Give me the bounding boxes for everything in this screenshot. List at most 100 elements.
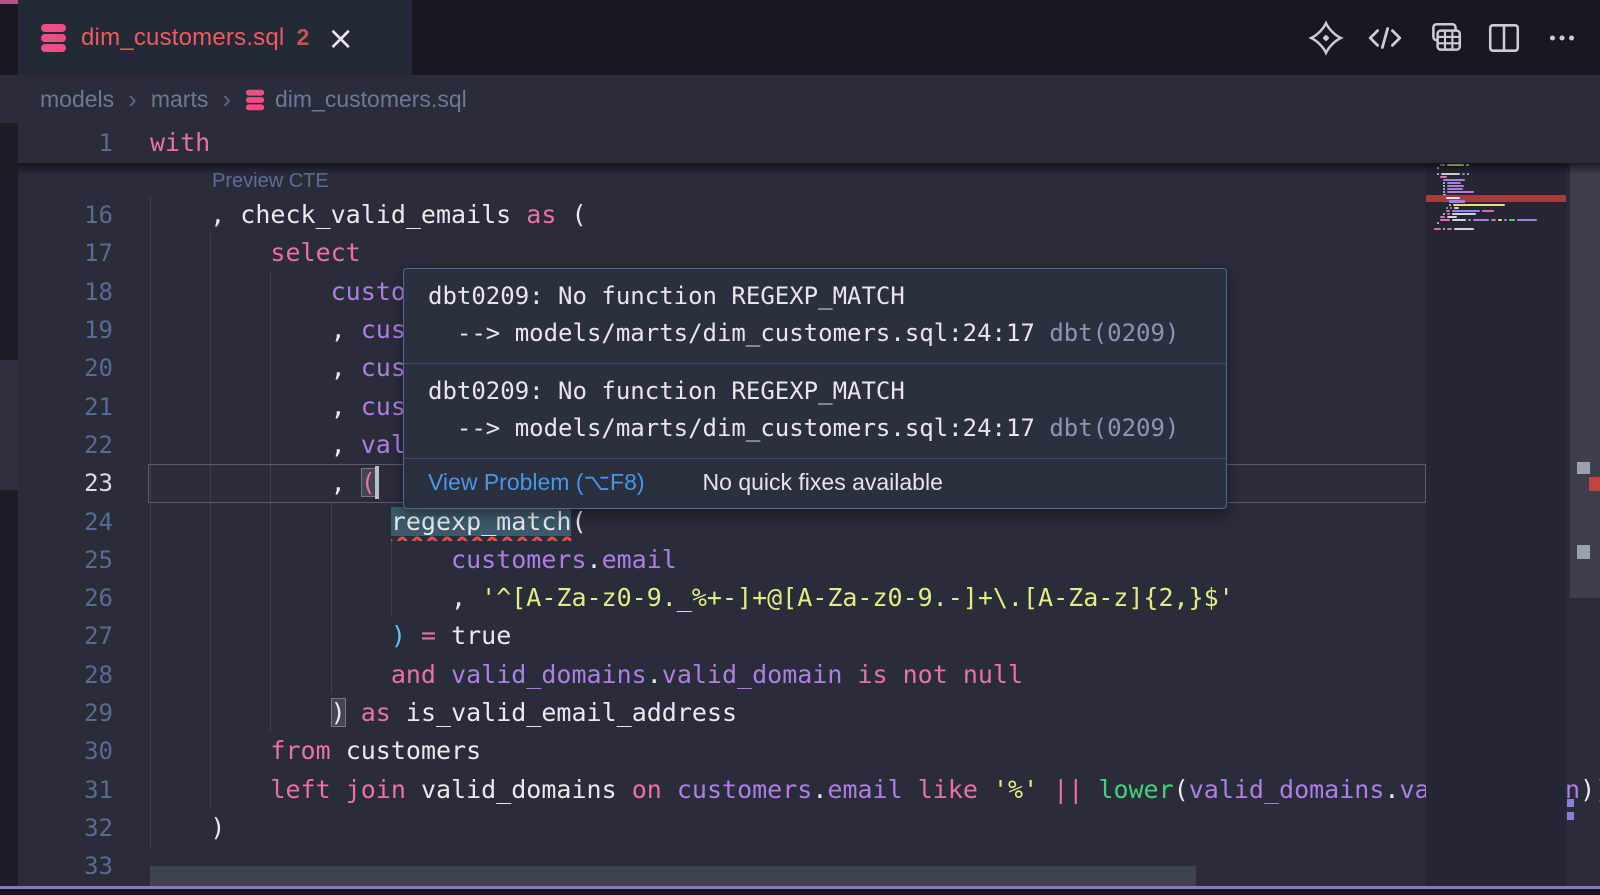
- line-number[interactable]: 32: [18, 809, 145, 847]
- indent-guide: [270, 273, 271, 311]
- indent-guide: [210, 234, 211, 272]
- code-line-32[interactable]: 32 ): [18, 809, 1600, 847]
- indent-guide: [331, 617, 332, 655]
- diagnostic-message: dbt0209: No function REGEXP_MATCH --> mo…: [404, 364, 1226, 458]
- horizontal-scrollbar-slider[interactable]: [150, 866, 1196, 886]
- indent-guide: [270, 349, 271, 387]
- code-line-content: , '^[A-Za-z0-9._%+-]+@[A-Za-z0-9.-]+\.[A…: [145, 579, 1600, 617]
- no-quick-fixes-label: No quick fixes available: [703, 469, 943, 496]
- indent-guide: [210, 464, 211, 502]
- indent-guide: [150, 579, 151, 617]
- query-results-icon[interactable]: [1426, 20, 1464, 56]
- indent-guide: [150, 503, 151, 541]
- indent-guide: [150, 388, 151, 426]
- code-line-27[interactable]: 27 ) = true: [18, 617, 1600, 655]
- sticky-scroll-line[interactable]: 1 with: [18, 123, 1600, 163]
- line-number[interactable]: 20: [18, 349, 145, 387]
- indent-guide: [150, 732, 151, 770]
- overview-cursor-mark: [1577, 462, 1590, 474]
- code-line-content: ) as is_valid_email_address: [145, 694, 1600, 732]
- indent-guide: [150, 273, 151, 311]
- sticky-line-text: with: [150, 128, 210, 157]
- indent-guide: [150, 617, 151, 655]
- line-number[interactable]: 26: [18, 579, 145, 617]
- indent-guide: [210, 771, 211, 809]
- close-icon[interactable]: ×: [327, 23, 354, 53]
- indent-guide: [270, 503, 271, 541]
- horizontal-scrollbar[interactable]: [18, 866, 1600, 886]
- code-line-17[interactable]: 17 select: [18, 234, 1600, 272]
- diagnostic-location: --> models/marts/dim_customers.sql:24:17…: [428, 410, 1202, 447]
- diagnostic-text: dbt0209: No function REGEXP_MATCH: [428, 278, 1202, 315]
- left-rail: [0, 0, 18, 895]
- split-editor-icon[interactable]: [1486, 20, 1522, 56]
- minimap[interactable]: [1426, 123, 1566, 886]
- sticky-line-number: 1: [18, 123, 145, 163]
- indent-guide: [150, 349, 151, 387]
- indent-guide: [150, 809, 151, 847]
- window-bottom-edge: [0, 889, 1600, 895]
- breadcrumb-separator: ›: [222, 84, 231, 115]
- vertical-scrollbar[interactable]: [1570, 86, 1600, 886]
- line-number[interactable]: 29: [18, 694, 145, 732]
- sticky-scroll-shadow: [18, 163, 1600, 175]
- indent-guide: [150, 311, 151, 349]
- overview-error-mark: [1589, 477, 1600, 491]
- indent-guide: [270, 426, 271, 464]
- database-icon: [245, 89, 265, 111]
- indent-guide: [270, 311, 271, 349]
- line-number[interactable]: 28: [18, 656, 145, 694]
- breadcrumb-separator: ›: [128, 84, 137, 115]
- code-line-content: customers.email: [145, 541, 1600, 579]
- indent-guide: [331, 541, 332, 579]
- indent-guide: [391, 579, 392, 617]
- line-number[interactable]: 16: [18, 196, 145, 234]
- tab-dim-customers[interactable]: dim_customers.sql 2 ×: [18, 0, 412, 75]
- diagnostic-text: dbt0209: No function REGEXP_MATCH: [428, 373, 1202, 410]
- diagnostics-hover-popup: dbt0209: No function REGEXP_MATCH --> mo…: [403, 268, 1227, 509]
- indent-guide: [210, 579, 211, 617]
- indent-guide: [150, 196, 151, 234]
- breadcrumb-item-file[interactable]: dim_customers.sql: [275, 86, 467, 113]
- line-number[interactable]: 24: [18, 503, 145, 541]
- diagnostic-location: --> models/marts/dim_customers.sql:24:17…: [428, 315, 1202, 352]
- indent-guide: [210, 311, 211, 349]
- database-icon: [40, 23, 67, 53]
- more-actions-icon[interactable]: [1544, 20, 1580, 56]
- indent-guide: [150, 541, 151, 579]
- view-problem-link[interactable]: View Problem (⌥F8): [428, 469, 645, 496]
- breadcrumb-item-models[interactable]: models: [40, 86, 114, 113]
- code-line-30[interactable]: 30 from customers: [18, 732, 1600, 770]
- code-icon[interactable]: [1366, 20, 1404, 56]
- indent-guide: [391, 541, 392, 579]
- code-line-16[interactable]: 16 , check_valid_emails as (: [18, 196, 1600, 234]
- left-rail-handle[interactable]: [0, 360, 18, 490]
- indent-guide: [331, 656, 332, 694]
- code-line-25[interactable]: 25 customers.email: [18, 541, 1600, 579]
- code-line-29[interactable]: 29 ) as is_valid_email_address: [18, 694, 1600, 732]
- indent-guide: [210, 656, 211, 694]
- line-number[interactable]: 17: [18, 234, 145, 272]
- indent-guide: [270, 617, 271, 655]
- overview-bracket-mark: [1567, 799, 1574, 807]
- indent-guide: [210, 694, 211, 732]
- breadcrumb-item-marts[interactable]: marts: [151, 86, 209, 113]
- indent-guide: [210, 732, 211, 770]
- indent-guide: [331, 503, 332, 541]
- line-number[interactable]: 22: [18, 426, 145, 464]
- indent-guide: [150, 426, 151, 464]
- line-number[interactable]: 25: [18, 541, 145, 579]
- code-line-28[interactable]: 28 and valid_domains.valid_domain is not…: [18, 656, 1600, 694]
- indent-guide: [270, 388, 271, 426]
- line-number[interactable]: 31: [18, 771, 145, 809]
- code-line-26[interactable]: 26 , '^[A-Za-z0-9._%+-]+@[A-Za-z0-9.-]+\…: [18, 579, 1600, 617]
- indent-guide: [150, 694, 151, 732]
- line-number[interactable]: 18: [18, 273, 145, 311]
- line-number[interactable]: 19: [18, 311, 145, 349]
- line-number[interactable]: 23: [18, 464, 145, 502]
- dbt-logo-icon[interactable]: [1308, 20, 1344, 56]
- line-number[interactable]: 30: [18, 732, 145, 770]
- line-number[interactable]: 27: [18, 617, 145, 655]
- line-number[interactable]: 21: [18, 388, 145, 426]
- code-line-31[interactable]: 31 left join valid_domains on customers.…: [18, 771, 1600, 809]
